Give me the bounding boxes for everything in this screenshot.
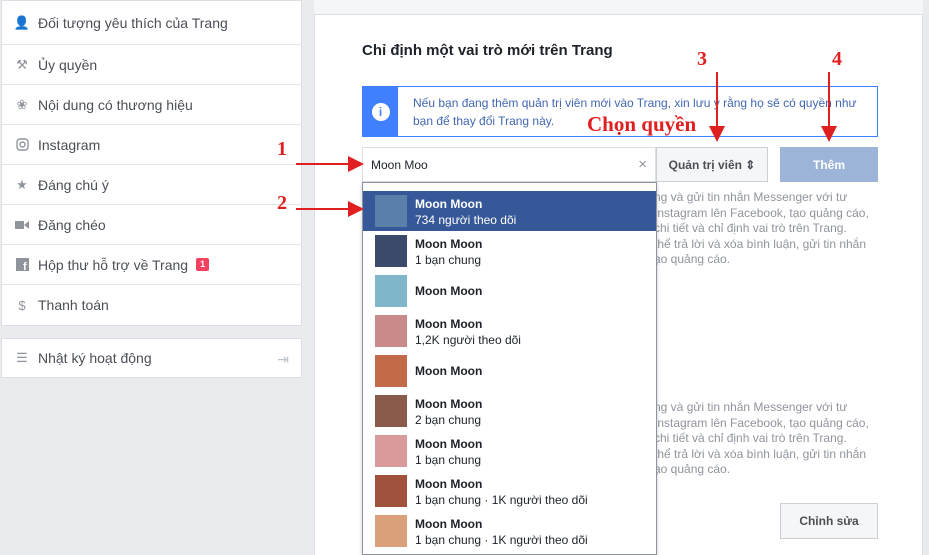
annotation-arrows	[296, 72, 837, 217]
annotation-number-1: 1	[277, 138, 287, 160]
annotation-number-3: 3	[697, 48, 707, 70]
annotation-choose-role: Chọn quyền	[587, 112, 697, 136]
annotation-number-2: 2	[277, 192, 287, 214]
annotation-number-4: 4	[832, 48, 842, 70]
